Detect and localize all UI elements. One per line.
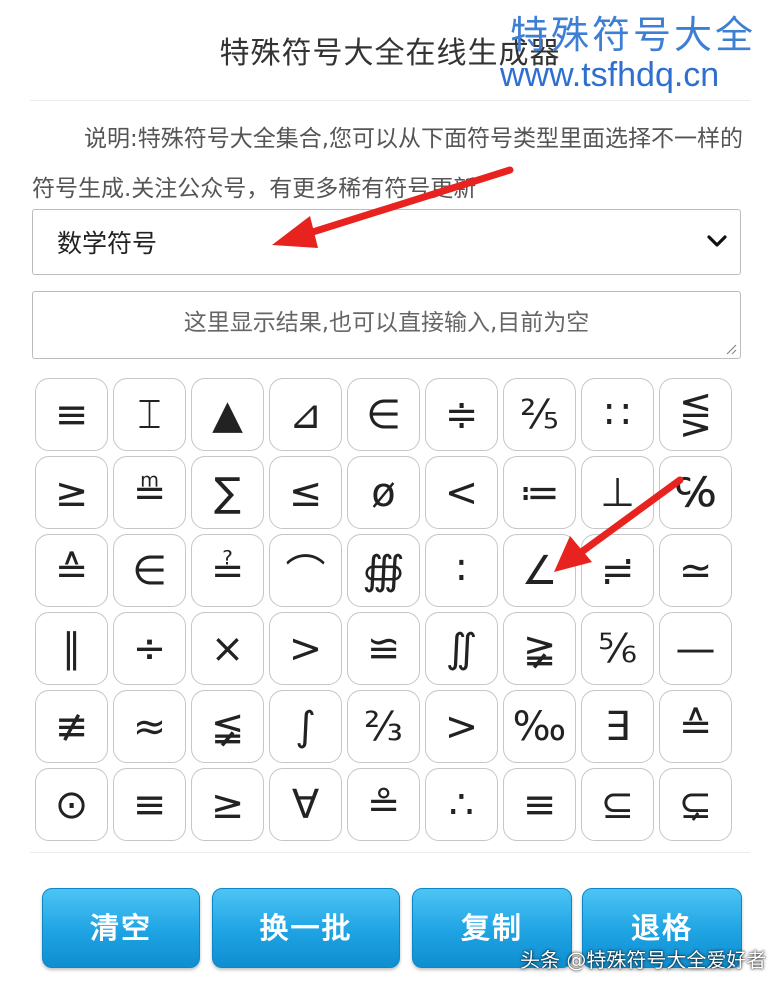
symbol-button[interactable]: < (425, 456, 498, 529)
symbol-button[interactable]: ∴ (425, 768, 498, 841)
symbol-button[interactable]: ⋚ (659, 378, 732, 451)
symbol-button[interactable]: ⊥ (581, 456, 654, 529)
symbol-type-select[interactable]: 数学符号 (32, 209, 741, 275)
divider (30, 100, 750, 101)
symbol-button[interactable]: ∃ (581, 690, 654, 763)
symbol-button[interactable]: ÷ (113, 612, 186, 685)
select-value: 数学符号 (57, 229, 158, 258)
symbol-button[interactable]: ≥ (191, 768, 264, 841)
symbol-button[interactable]: ⅚ (581, 612, 654, 685)
symbol-button[interactable]: ∠ (503, 534, 576, 607)
clear-button[interactable]: 清空 (42, 888, 200, 968)
symbol-button[interactable]: ‰ (503, 690, 576, 763)
symbol-button[interactable]: ℅ (659, 456, 732, 529)
symbol-button[interactable]: ≗ (347, 768, 420, 841)
result-textarea[interactable]: 这里显示结果,也可以直接输入,目前为空 (32, 291, 741, 359)
symbol-button[interactable]: ≔ (503, 456, 576, 529)
symbol-button[interactable]: ≡ (35, 378, 108, 451)
result-placeholder: 这里显示结果,也可以直接输入,目前为空 (183, 310, 590, 336)
description-text: 说明:特殊符号大全集合,您可以从下面符号类型里面选择不一样的符号生成.关注公众号… (32, 126, 744, 202)
symbol-button[interactable]: > (269, 612, 342, 685)
symbol-button[interactable]: × (191, 612, 264, 685)
watermark-url: www.tsfhdq.cn (500, 56, 720, 94)
symbol-button[interactable]: ⅔ (347, 690, 420, 763)
symbol-button[interactable]: ≙ (35, 534, 108, 607)
symbol-button[interactable]: ≩ (503, 612, 576, 685)
symbol-button[interactable]: ⊆ (581, 768, 654, 841)
chevron-down-icon (707, 235, 727, 247)
symbol-button[interactable]: ∬ (425, 612, 498, 685)
symbol-button[interactable]: ≈ (113, 690, 186, 763)
symbol-button[interactable]: ⊊ (659, 768, 732, 841)
symbol-button[interactable]: ≨ (191, 690, 264, 763)
symbol-button[interactable]: ∷ (581, 378, 654, 451)
symbol-button[interactable]: — (659, 612, 732, 685)
symbol-button[interactable]: ≃ (659, 534, 732, 607)
footer-credit: 头条 @特殊符号大全爱好者 (520, 948, 767, 972)
symbol-button[interactable]: ⌒ (269, 534, 342, 607)
symbol-button[interactable]: ≌ (347, 612, 420, 685)
symbol-button[interactable]: ⌶ (113, 378, 186, 451)
symbol-button[interactable]: ≡ (503, 768, 576, 841)
symbol-button[interactable]: ⅖ (503, 378, 576, 451)
symbol-grid: ≡ ⌶ ▲ ⊿ ∈ ≑ ⅖ ∷ ⋚ ≥ ≞ ∑ ≤ ø < ≔ ⊥ ℅ ≙ ∈ ≟ ⌒ ∰ ∶ ∠ ≓ ≃ ∥ ÷ × > ≌ ∬ ≩ ⅚ — ≢ ≈ ≨ ∫… (35, 378, 732, 841)
symbol-button[interactable]: ≤ (269, 456, 342, 529)
symbol-button[interactable]: ∀ (269, 768, 342, 841)
symbol-button[interactable]: ≢ (35, 690, 108, 763)
symbol-button[interactable]: ≓ (581, 534, 654, 607)
symbol-button[interactable]: ⊿ (269, 378, 342, 451)
symbol-button[interactable]: ∶ (425, 534, 498, 607)
symbol-button[interactable]: ∑ (191, 456, 264, 529)
symbol-button[interactable]: ≡ (113, 768, 186, 841)
symbol-button[interactable]: ∰ (347, 534, 420, 607)
resize-grip-icon[interactable] (723, 341, 737, 355)
symbol-button[interactable]: ø (347, 456, 420, 529)
symbol-button[interactable]: ∥ (35, 612, 108, 685)
divider (30, 852, 750, 853)
symbol-button[interactable]: ≟ (191, 534, 264, 607)
symbol-button[interactable]: ≥ (35, 456, 108, 529)
symbol-button[interactable]: ≞ (113, 456, 186, 529)
symbol-button[interactable]: ≑ (425, 378, 498, 451)
symbol-button[interactable]: ∈ (347, 378, 420, 451)
symbol-button[interactable]: > (425, 690, 498, 763)
shuffle-button[interactable]: 换一批 (212, 888, 400, 968)
symbol-button[interactable]: ▲ (191, 378, 264, 451)
symbol-button[interactable]: ⊙ (35, 768, 108, 841)
symbol-button[interactable]: ∫ (269, 690, 342, 763)
symbol-button[interactable]: ≙ (659, 690, 732, 763)
symbol-button[interactable]: ∈ (113, 534, 186, 607)
watermark-title: 特殊符号大全 (510, 13, 757, 57)
